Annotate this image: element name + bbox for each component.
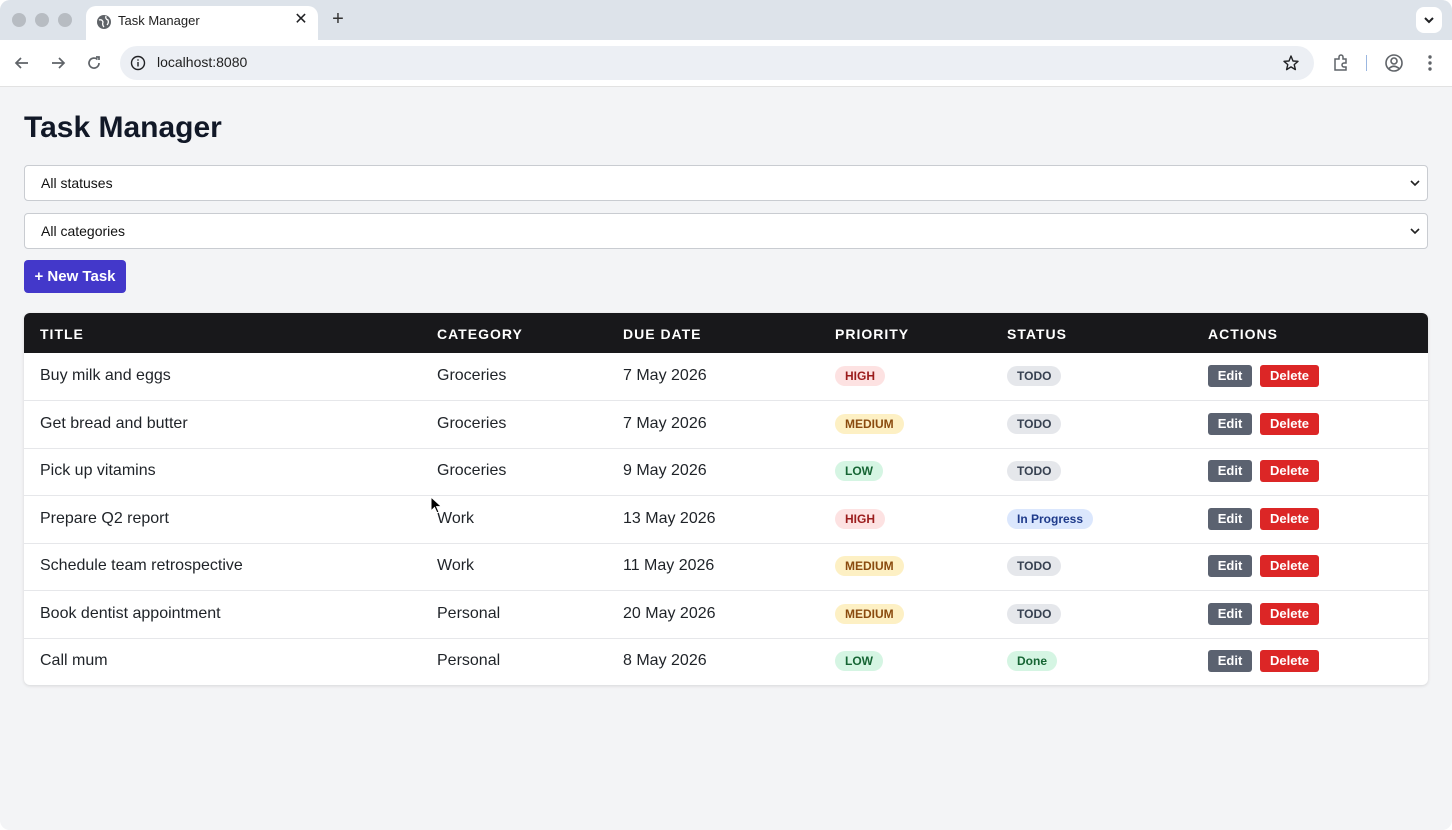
table-row: Get bread and butter Groceries 7 May 2026 M… — [24, 401, 1428, 449]
info-icon[interactable] — [130, 55, 146, 71]
globe-icon — [97, 15, 111, 29]
toolbar-divider — [1366, 55, 1367, 71]
task-title: Book dentist appointment — [40, 604, 221, 622]
delete-button[interactable]: Delete — [1260, 365, 1319, 387]
chevron-down-icon — [1410, 228, 1420, 235]
delete-button[interactable]: Delete — [1260, 460, 1319, 482]
star-icon[interactable] — [1282, 54, 1300, 72]
table-header: TITLE CATEGORY DUE DATE PRIORITY STATUS ACTIO… — [24, 313, 1428, 353]
task-title: Call mum — [40, 652, 108, 669]
edit-button[interactable]: Edit — [1208, 602, 1252, 625]
table-row: Pick up vitamins Groceries 9 May 2026 LOW TO… — [24, 448, 1428, 496]
task-category: Groceries — [437, 367, 507, 384]
task-title: Schedule team retrospective — [40, 557, 243, 574]
task-category: Personal — [437, 604, 501, 622]
header-actions: ACTIONS — [1208, 326, 1278, 342]
priority-badge: MEDIUM — [835, 603, 904, 624]
task-due-date: 9 May 2026 — [623, 462, 707, 479]
status-badge: In Progress — [1007, 508, 1094, 529]
task-title: Pick up vitamins — [40, 462, 156, 479]
task-category: Groceries — [437, 462, 507, 479]
table-row: Call mum Personal 8 May 2026 LOW Done Edit Del… — [24, 638, 1428, 685]
plus-icon[interactable]: + — [328, 9, 348, 31]
browser-window: Task Manager ✕ + localhost:8080 Task Man… — [0, 0, 1452, 830]
browser-toolbar: localhost:8080 — [0, 40, 1452, 87]
chevron-down-icon — [1410, 180, 1420, 187]
task-title: Prepare Q2 report — [40, 509, 169, 527]
edit-button[interactable]: Edit — [1208, 555, 1252, 577]
task-category: Groceries — [437, 414, 507, 432]
delete-button[interactable]: Delete — [1260, 507, 1319, 530]
tab-title: Task Manager — [118, 13, 200, 28]
status-badge: TODO — [1007, 413, 1062, 434]
url-text[interactable]: localhost:8080 — [157, 54, 247, 70]
priority-badge: LOW — [835, 651, 883, 671]
delete-button[interactable]: Delete — [1260, 412, 1319, 435]
extensions-icon[interactable] — [1331, 53, 1351, 73]
close-icon[interactable]: ✕ — [292, 11, 310, 29]
status-filter-select[interactable]: All statuses — [24, 165, 1428, 201]
table-row: Buy milk and eggs Groceries 7 May 2026 HIGH… — [24, 353, 1428, 401]
priority-badge: HIGH — [835, 366, 885, 386]
table-row: Prepare Q2 report Work 13 May 2026 HIGH In P… — [24, 496, 1428, 544]
task-due-date: 7 May 2026 — [623, 367, 707, 384]
task-category: Work — [437, 557, 475, 574]
edit-button[interactable]: Edit — [1208, 412, 1252, 435]
profile-icon[interactable] — [1383, 52, 1405, 74]
status-badge: TODO — [1007, 603, 1062, 624]
task-title: Buy milk and eggs — [40, 367, 171, 384]
status-badge: Done — [1007, 651, 1057, 671]
table-row: Book dentist appointment Personal 20 May 2… — [24, 591, 1428, 639]
task-due-date: 8 May 2026 — [623, 652, 707, 669]
header-due-date: DUE DATE — [623, 326, 702, 342]
category-filter-select[interactable]: All categories — [24, 213, 1428, 249]
chevron-down-icon — [1424, 17, 1434, 24]
priority-badge: HIGH — [835, 508, 885, 529]
priority-badge: MEDIUM — [835, 413, 904, 434]
status-badge: TODO — [1007, 461, 1062, 481]
window-maximize-dot[interactable] — [58, 13, 72, 27]
status-badge: TODO — [1007, 366, 1062, 386]
tab-task-manager[interactable]: Task Manager ✕ — [86, 6, 318, 40]
edit-button[interactable]: Edit — [1208, 650, 1252, 672]
header-title: TITLE — [40, 326, 84, 342]
window-minimize-dot[interactable] — [35, 13, 49, 27]
delete-button[interactable]: Delete — [1260, 555, 1319, 577]
task-title: Get bread and butter — [40, 414, 188, 432]
back-arrow-icon[interactable] — [12, 53, 32, 73]
table-row: Schedule team retrospective Work 11 May 20… — [24, 543, 1428, 591]
address-bar[interactable]: localhost:8080 — [120, 46, 1314, 80]
task-category: Personal — [437, 652, 501, 669]
task-due-date: 13 May 2026 — [623, 509, 716, 527]
mouse-cursor-icon — [430, 496, 443, 514]
forward-arrow-icon[interactable] — [48, 53, 68, 73]
header-status: STATUS — [1007, 326, 1067, 342]
task-due-date: 11 May 2026 — [623, 557, 715, 574]
delete-button[interactable]: Delete — [1260, 602, 1319, 625]
new-task-button[interactable]: + New Task — [24, 260, 126, 293]
task-due-date: 7 May 2026 — [623, 414, 707, 432]
more-vert-icon[interactable] — [1422, 53, 1438, 73]
header-priority: PRIORITY — [835, 326, 910, 342]
edit-button[interactable]: Edit — [1208, 460, 1252, 482]
priority-badge: MEDIUM — [835, 556, 904, 576]
window-close-dot[interactable] — [12, 13, 26, 27]
edit-button[interactable]: Edit — [1208, 365, 1252, 387]
reload-icon[interactable] — [84, 53, 104, 73]
header-category: CATEGORY — [437, 326, 523, 342]
status-filter-value: All statuses — [41, 175, 113, 191]
page-title: Task Manager — [24, 111, 222, 144]
edit-button[interactable]: Edit — [1208, 507, 1252, 530]
category-filter-value: All categories — [41, 223, 126, 239]
tab-strip: Task Manager ✕ + — [0, 0, 1452, 40]
tasks-table: TITLE CATEGORY DUE DATE PRIORITY STATUS ACTIO… — [24, 313, 1428, 685]
status-badge: TODO — [1007, 556, 1062, 576]
page-content: Task Manager All statuses All categories… — [0, 87, 1452, 830]
priority-badge: LOW — [835, 461, 883, 481]
delete-button[interactable]: Delete — [1260, 650, 1319, 672]
tab-search-button[interactable] — [1416, 7, 1442, 33]
task-due-date: 20 May 2026 — [623, 604, 716, 622]
